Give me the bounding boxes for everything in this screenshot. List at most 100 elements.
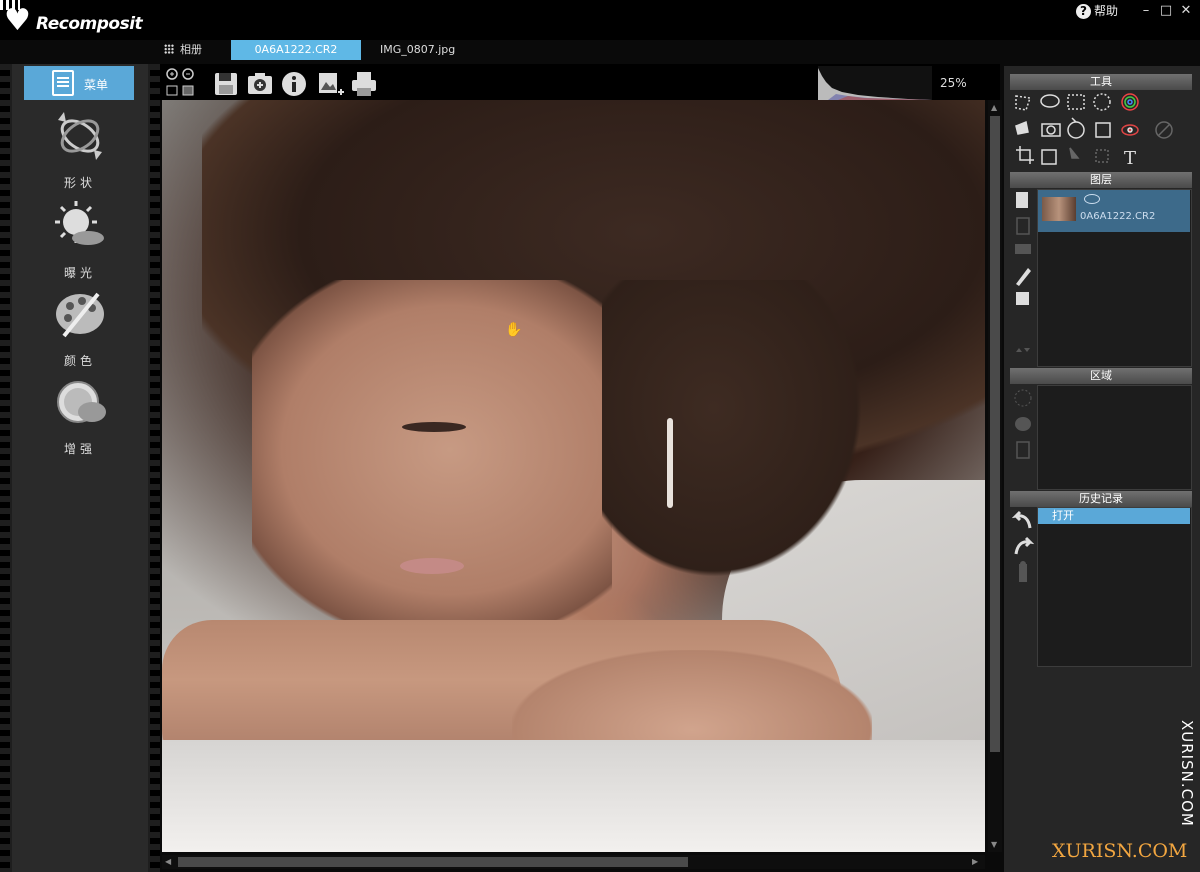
maximize-button[interactable]: □ bbox=[1156, 2, 1176, 20]
horizontal-scrollbar[interactable]: ◀ ▶ bbox=[162, 855, 985, 869]
info-icon[interactable] bbox=[280, 70, 308, 98]
region-actions bbox=[1014, 389, 1032, 459]
polygon-select-icon[interactable] bbox=[1015, 95, 1031, 111]
move-icon[interactable] bbox=[1069, 147, 1080, 159]
sidebar-item-enhance[interactable]: 增强 bbox=[40, 374, 120, 456]
close-button[interactable]: ✕ bbox=[1176, 2, 1196, 20]
enhance-icon bbox=[57, 381, 106, 423]
sidebar-item-exposure[interactable]: 曝光 bbox=[40, 198, 120, 280]
tab-album[interactable]: 相册 bbox=[160, 40, 230, 60]
scroll-up-icon[interactable]: ▲ bbox=[991, 103, 997, 112]
color-label: 颜色 bbox=[63, 354, 96, 368]
vertical-scrollbar[interactable]: ▲ ▼ bbox=[988, 100, 1002, 852]
ellipse-select-icon[interactable] bbox=[1093, 93, 1111, 111]
brand-name: Recomposit bbox=[36, 14, 143, 34]
regions-list bbox=[1037, 385, 1192, 490]
crop-icon[interactable] bbox=[1016, 146, 1034, 164]
history-item[interactable]: 打开 bbox=[1038, 508, 1190, 524]
color-palette-icon bbox=[56, 292, 104, 338]
title-bar bbox=[0, 0, 1200, 40]
zoom-out-icon[interactable] bbox=[182, 68, 194, 80]
app-logo: ♥ Recomposit bbox=[0, 0, 143, 40]
red-eye-icon[interactable] bbox=[1121, 124, 1139, 136]
add-image-icon[interactable] bbox=[316, 70, 344, 98]
scroll-right-icon[interactable]: ▶ bbox=[972, 857, 978, 866]
tab-bar: 相册 0A6A1222.CR2 IMG_0807.jpg bbox=[160, 40, 1000, 64]
menu-button[interactable]: 菜单 bbox=[24, 66, 134, 100]
tab-album-label: 相册 bbox=[180, 43, 202, 56]
help-button[interactable]: ? 帮助 bbox=[1076, 2, 1132, 22]
image-canvas[interactable] bbox=[162, 100, 985, 852]
save-layer-icon[interactable] bbox=[1016, 292, 1029, 305]
tab-image-jpg[interactable]: IMG_0807.jpg bbox=[380, 40, 480, 60]
layer-name: 0A6A1222.CR2 bbox=[1080, 211, 1156, 222]
canvas-lips bbox=[400, 558, 464, 574]
new-layer-icon[interactable] bbox=[1016, 192, 1028, 208]
histogram bbox=[818, 66, 932, 100]
zoom-level: 25% bbox=[940, 76, 967, 90]
camera-icon[interactable] bbox=[1041, 123, 1061, 137]
disabled-icon[interactable] bbox=[1155, 121, 1173, 139]
minimize-button[interactable]: – bbox=[1136, 2, 1156, 20]
region-select-icon[interactable] bbox=[1014, 389, 1032, 407]
hand-cursor-icon: ✋ bbox=[505, 322, 523, 338]
print-icon[interactable] bbox=[350, 70, 378, 98]
zoom-in-icon[interactable] bbox=[166, 68, 178, 80]
film-sprockets-right bbox=[150, 64, 160, 872]
help-icon: ? bbox=[1076, 4, 1091, 19]
marquee-icon[interactable] bbox=[1095, 149, 1109, 163]
tool-grid: T bbox=[1015, 93, 1173, 168]
rect-select-icon[interactable] bbox=[1067, 94, 1085, 110]
canvas-bedsheet-front bbox=[162, 740, 985, 852]
regions-header: 区域 bbox=[1010, 368, 1192, 384]
actual-size-icon[interactable] bbox=[182, 85, 194, 96]
zoom-controls bbox=[166, 68, 194, 96]
edit-layer-icon[interactable] bbox=[1016, 268, 1031, 286]
region-delete-icon[interactable] bbox=[1016, 441, 1030, 459]
shape-label: 形状 bbox=[63, 176, 96, 190]
shape-icon bbox=[58, 112, 102, 160]
brush-icon[interactable] bbox=[1015, 120, 1029, 135]
history-figure-icon[interactable] bbox=[1019, 561, 1027, 582]
sidebar-item-color[interactable]: 颜色 bbox=[40, 286, 120, 368]
fit-icon[interactable] bbox=[166, 85, 178, 96]
exposure-label: 曝光 bbox=[63, 266, 96, 280]
sidebar-item-shape[interactable]: 形状 bbox=[40, 108, 120, 190]
enhance-label: 增强 bbox=[63, 442, 96, 456]
layer-thumbnail bbox=[1042, 197, 1076, 221]
crop-frame-icon[interactable] bbox=[1095, 122, 1111, 138]
history-list bbox=[1037, 507, 1192, 667]
color-wheel-icon[interactable] bbox=[1121, 93, 1139, 111]
tools-header: 工具 bbox=[1010, 74, 1192, 90]
merge-layer-icon[interactable] bbox=[1015, 244, 1031, 254]
export-icon[interactable] bbox=[246, 70, 274, 98]
redo-icon[interactable] bbox=[1014, 536, 1034, 555]
tab-active-image[interactable]: 0A6A1222.CR2 bbox=[231, 40, 361, 60]
watermark-vertical: XURISN.COM bbox=[1178, 720, 1196, 827]
help-label: 帮助 bbox=[1094, 4, 1119, 18]
rotate-icon[interactable] bbox=[1067, 117, 1085, 139]
horizontal-scroll-thumb[interactable] bbox=[178, 857, 688, 867]
canvas-earring bbox=[667, 418, 673, 508]
history-header: 历史记录 bbox=[1010, 491, 1192, 507]
scroll-down-icon[interactable]: ▼ bbox=[991, 840, 997, 849]
undo-icon[interactable] bbox=[1012, 510, 1032, 529]
transform-icon[interactable] bbox=[1041, 149, 1057, 165]
text-tool-icon[interactable]: T bbox=[1124, 148, 1136, 168]
region-fill-icon[interactable] bbox=[1015, 417, 1031, 431]
layer-actions bbox=[1015, 192, 1031, 352]
delete-layer-icon[interactable] bbox=[1016, 217, 1030, 235]
scroll-left-icon[interactable]: ◀ bbox=[165, 857, 171, 866]
grid-icon bbox=[164, 44, 174, 54]
exposure-icon bbox=[55, 201, 104, 245]
history-actions bbox=[1012, 510, 1034, 582]
layers-header: 图层 bbox=[1010, 172, 1192, 188]
save-icon[interactable] bbox=[212, 70, 240, 98]
vertical-scroll-thumb[interactable] bbox=[990, 116, 1000, 752]
canvas-eye bbox=[402, 422, 466, 432]
visibility-eye-icon[interactable] bbox=[1084, 194, 1100, 204]
menu-label: 菜单 bbox=[84, 78, 109, 92]
menu-list-icon bbox=[52, 70, 74, 96]
lasso-icon[interactable] bbox=[1040, 94, 1060, 108]
reorder-icon[interactable] bbox=[1016, 348, 1030, 352]
